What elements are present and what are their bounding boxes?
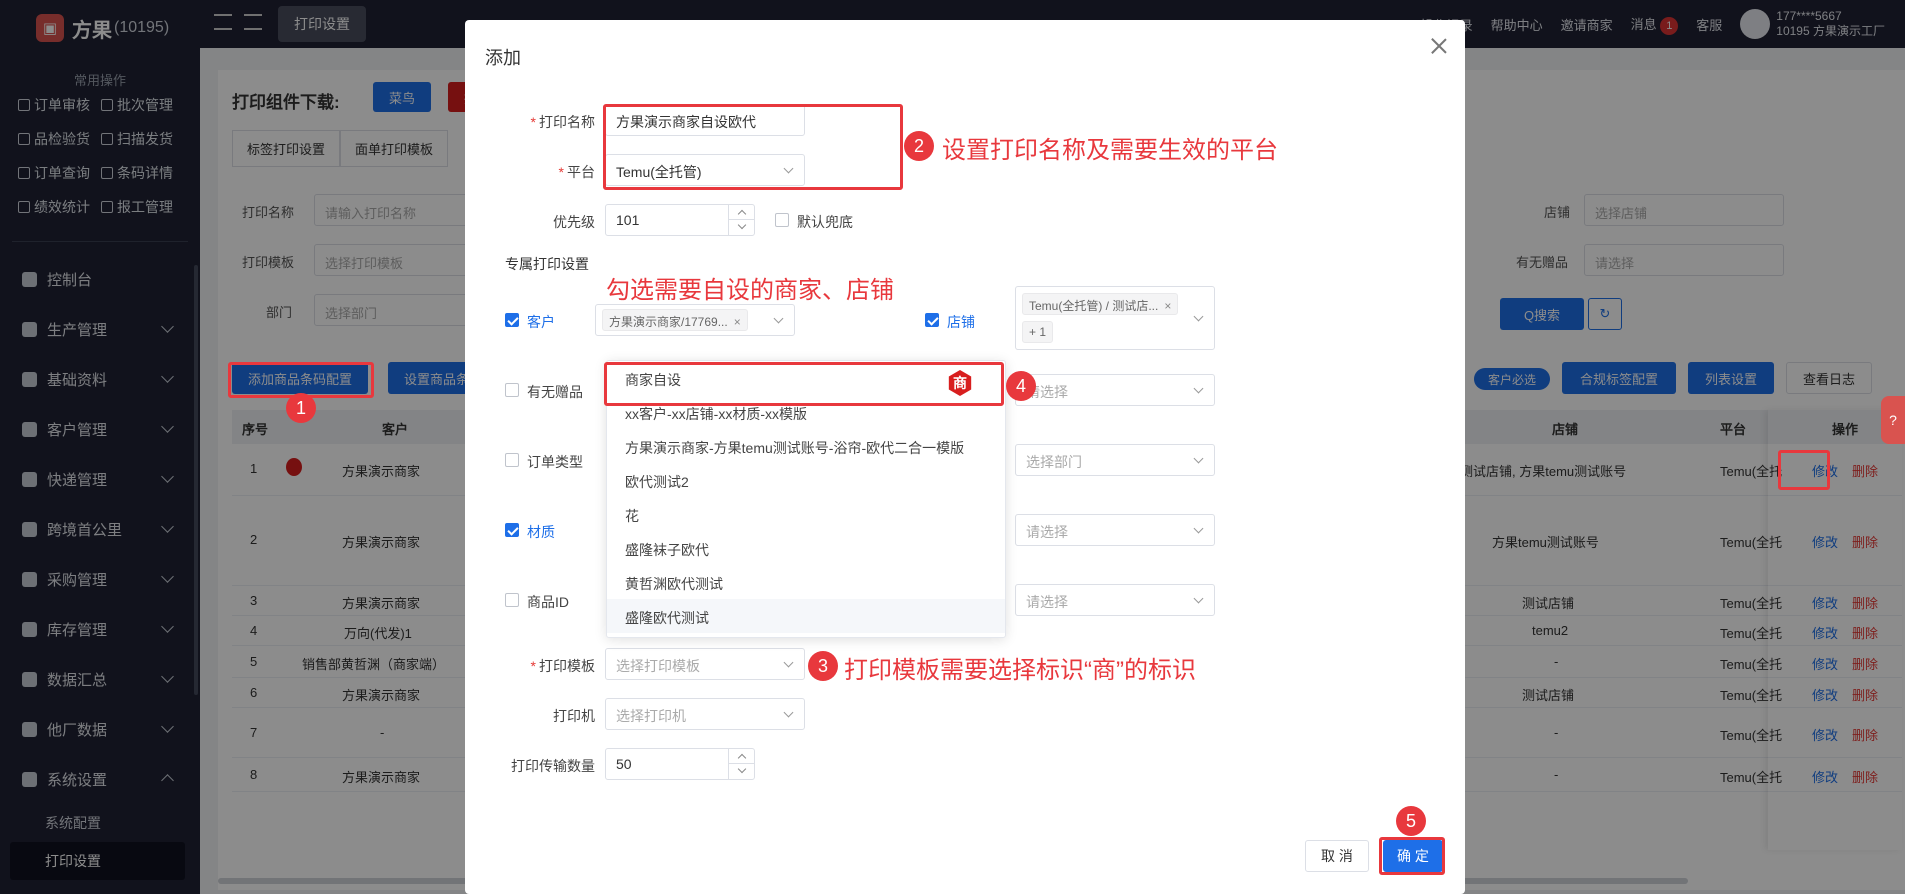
qty-input[interactable]: 50 [605, 748, 755, 780]
highlight-confirm-button [1379, 837, 1445, 875]
printer-select[interactable]: 选择打印机 [605, 698, 805, 730]
chevron-down-icon [1193, 383, 1204, 394]
side-help-tab[interactable]: ? [1881, 396, 1905, 444]
cancel-button[interactable]: 取 消 [1305, 840, 1369, 872]
shop-label: 店铺 [947, 314, 975, 330]
chevron-down-icon [783, 657, 794, 668]
material-checkbox[interactable] [505, 523, 519, 537]
close-icon[interactable]: × [1164, 299, 1171, 313]
priority-label: 优先级 [553, 214, 595, 230]
product-id-select[interactable]: 请选择 [1015, 584, 1215, 616]
default-fallback-label: 默认兜底 [797, 214, 853, 230]
gift-label: 有无赠品 [527, 384, 583, 400]
order-type-label: 订单类型 [527, 454, 583, 470]
chevron-down-icon [1193, 523, 1204, 534]
annotation-step-2: 设置打印名称及需要生效的平台 [942, 137, 1278, 164]
customer-tag: 方果演示商家/17769... × [602, 309, 748, 331]
step-3-marker: 3 [808, 651, 838, 681]
chevron-down-icon [1193, 311, 1204, 322]
order-type-checkbox[interactable] [505, 453, 519, 467]
material-select[interactable]: 请选择 [1015, 514, 1215, 546]
product-id-checkbox[interactable] [505, 593, 519, 607]
material-label: 材质 [527, 524, 555, 540]
highlight-merchant-option [604, 362, 1004, 406]
shop-more-tag: + 1 [1022, 321, 1054, 343]
dropdown-option[interactable]: 花 [607, 497, 1005, 531]
chevron-down-icon [783, 707, 794, 718]
dropdown-option[interactable]: 黄哲渊欧代测试 [607, 565, 1005, 599]
stepper-icon[interactable] [728, 749, 755, 779]
dialog-title: 添加 [485, 48, 521, 68]
step-2-marker: 2 [904, 131, 934, 161]
close-icon[interactable] [1427, 34, 1451, 58]
default-fallback-checkbox[interactable] [775, 213, 789, 227]
template-label: * 打印模板 [530, 658, 595, 674]
step-4-marker: 4 [1006, 371, 1036, 401]
shop-checkbox[interactable] [925, 313, 939, 327]
priority-input[interactable]: 101 [605, 204, 755, 236]
gift-checkbox[interactable] [505, 383, 519, 397]
exclusive-settings-title: 专属打印设置 [505, 256, 589, 272]
chevron-down-icon [773, 313, 784, 324]
chevron-down-icon [1193, 593, 1204, 604]
highlight-name-platform [603, 104, 903, 190]
step-1-marker: 1 [286, 393, 316, 423]
annotation-step-3: 打印模板需要选择标识“商”的标识 [844, 657, 1196, 684]
dept-select[interactable]: 选择部门 [1015, 444, 1215, 476]
stepper-icon[interactable] [728, 205, 755, 235]
template-select[interactable]: 选择打印模板 [605, 648, 805, 680]
chevron-down-icon [1193, 453, 1204, 464]
close-icon[interactable]: × [734, 315, 741, 329]
dropdown-option[interactable]: 盛隆袜子欧代 [607, 531, 1005, 565]
shop-tag: Temu(全托管) / 测试店... × [1022, 293, 1179, 315]
print-name-label: * 打印名称 [530, 114, 595, 130]
customer-select[interactable]: 方果演示商家/17769... × [595, 304, 795, 336]
dropdown-option[interactable]: 盛隆欧代测试 [607, 599, 1005, 633]
step-5-marker: 5 [1396, 806, 1426, 836]
dropdown-option[interactable]: 欧代测试2 [607, 463, 1005, 497]
qty-label: 打印传输数量 [511, 758, 595, 774]
dropdown-option[interactable]: 方果演示商家-方果temu测试账号-浴帘-欧代二合一模版 [607, 429, 1005, 463]
customer-label: 客户 [527, 314, 555, 330]
annotation-select-merchant: 勾选需要自设的商家、店铺 [606, 277, 894, 304]
gift-select[interactable]: 请选择 [1015, 374, 1215, 406]
highlight-edit-link [1778, 450, 1830, 490]
customer-checkbox[interactable] [505, 313, 519, 327]
printer-label: 打印机 [553, 708, 595, 724]
product-id-label: 商品ID [527, 594, 569, 610]
shop-select[interactable]: Temu(全托管) / 测试店... × + 1 [1015, 286, 1215, 350]
platform-label: * 平台 [558, 164, 595, 180]
